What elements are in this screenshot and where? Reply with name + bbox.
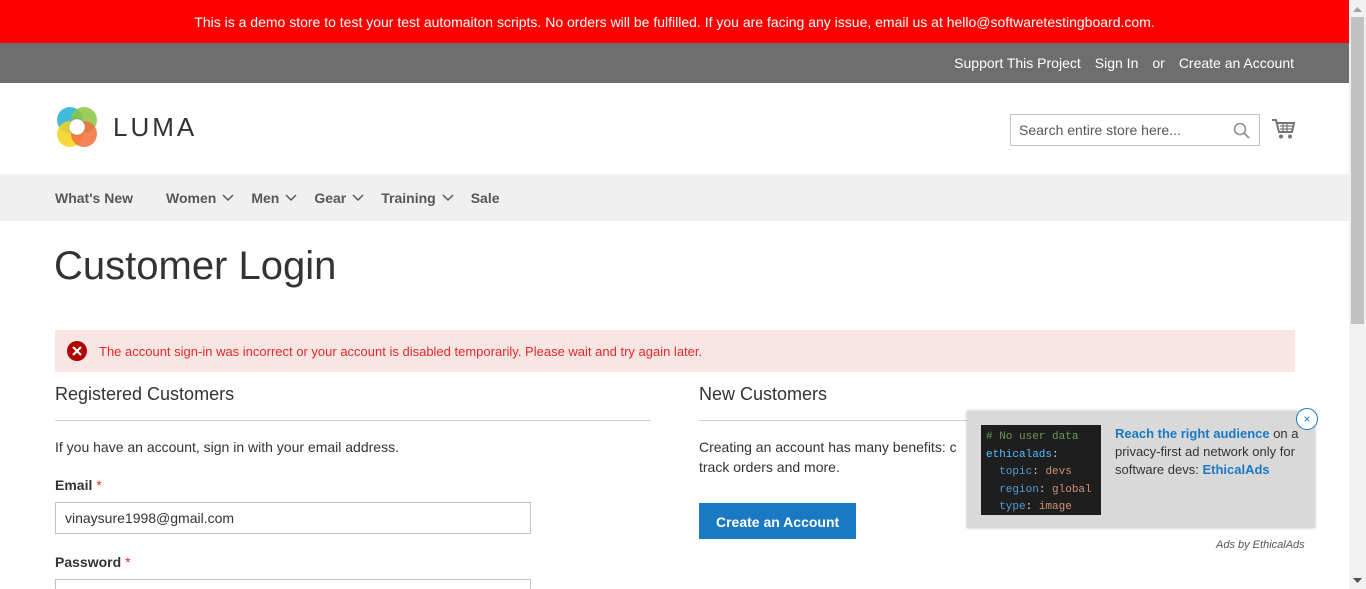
error-x-icon bbox=[67, 341, 87, 361]
error-text: The account sign-in was incorrect or you… bbox=[99, 343, 703, 359]
nav-item-men[interactable]: Men bbox=[251, 190, 297, 206]
vertical-scrollbar[interactable] bbox=[1349, 0, 1366, 589]
nav-item-label: Training bbox=[381, 189, 436, 206]
registered-intro-text: If you have an account, sign in with you… bbox=[55, 439, 399, 455]
support-project-link[interactable]: Support This Project bbox=[954, 55, 1081, 71]
ad-code-image: # No user data ethicalads: topic: devs r… bbox=[981, 425, 1101, 515]
close-icon[interactable]: × bbox=[1296, 408, 1318, 430]
logo[interactable]: LUMA bbox=[55, 105, 197, 149]
chevron-down-icon bbox=[285, 193, 297, 201]
or-separator: or bbox=[1152, 55, 1165, 71]
nav-item-whats-new[interactable]: What's New bbox=[55, 190, 133, 206]
header-links: Support This Project Sign In or Create a… bbox=[954, 43, 1294, 83]
search-box bbox=[1010, 114, 1260, 146]
nav-item-label: Gear bbox=[314, 189, 347, 206]
nav-item-sale[interactable]: Sale bbox=[471, 190, 500, 206]
ad-brand-link[interactable]: EthicalAds bbox=[1202, 462, 1269, 477]
ethicalads-banner[interactable]: # No user data ethicalads: topic: devs r… bbox=[967, 408, 1318, 528]
nav-item-label: Women bbox=[166, 189, 217, 206]
panel-header: Support This Project Sign In or Create a… bbox=[0, 43, 1349, 83]
password-label: Password * bbox=[55, 554, 131, 570]
demo-notice-banner: This is a demo store to test your test a… bbox=[0, 0, 1349, 43]
ad-text: Reach the right audience on a privacy-fi… bbox=[1115, 426, 1299, 477]
required-mark: * bbox=[96, 477, 102, 493]
error-message: The account sign-in was incorrect or you… bbox=[55, 330, 1295, 372]
email-field[interactable]: vinaysure1998@gmail.com bbox=[55, 502, 531, 534]
chevron-down-icon bbox=[352, 193, 364, 201]
ad-headline-link[interactable]: Reach the right audience bbox=[1115, 426, 1270, 441]
search-input[interactable] bbox=[1019, 122, 1229, 138]
scroll-down-arrow-icon[interactable] bbox=[1349, 572, 1366, 589]
nav-item-label: Sale bbox=[470, 189, 500, 206]
chevron-down-icon bbox=[442, 193, 454, 201]
chevron-down-icon bbox=[222, 193, 234, 201]
required-mark: * bbox=[125, 554, 131, 570]
create-account-link[interactable]: Create an Account bbox=[1179, 55, 1294, 71]
nav-item-training[interactable]: Training bbox=[381, 189, 454, 206]
email-label: Email * bbox=[55, 477, 102, 493]
search-icon[interactable] bbox=[1233, 122, 1250, 139]
scroll-up-arrow-icon[interactable] bbox=[1349, 0, 1366, 17]
create-account-button[interactable]: Create an Account bbox=[699, 503, 857, 539]
email-field-value: vinaysure1998@gmail.com bbox=[65, 510, 235, 526]
registered-customers-title: Registered Customers bbox=[55, 384, 651, 421]
page-title: Customer Login bbox=[54, 244, 337, 288]
site-header: LUMA bbox=[0, 83, 1349, 174]
nav-item-label: What's New bbox=[55, 189, 134, 206]
demo-notice-text: This is a demo store to test your test a… bbox=[194, 13, 1155, 30]
registered-customers-block: Registered Customers If you have an acco… bbox=[55, 384, 651, 589]
nav-item-label: Men bbox=[251, 189, 280, 206]
ads-by-label[interactable]: Ads by EthicalAds bbox=[1216, 539, 1305, 551]
logo-text: LUMA bbox=[113, 111, 198, 142]
nav-item-women[interactable]: Women bbox=[166, 190, 234, 206]
password-field[interactable] bbox=[55, 579, 531, 589]
nav-item-gear[interactable]: Gear bbox=[314, 190, 364, 206]
sign-in-link[interactable]: Sign In bbox=[1095, 55, 1139, 71]
luma-logo-icon bbox=[57, 107, 97, 147]
scroll-thumb[interactable] bbox=[1351, 17, 1364, 324]
main-navigation: What's New Women Men Gear Training Sale bbox=[0, 174, 1349, 221]
cart-icon[interactable] bbox=[1271, 118, 1296, 140]
